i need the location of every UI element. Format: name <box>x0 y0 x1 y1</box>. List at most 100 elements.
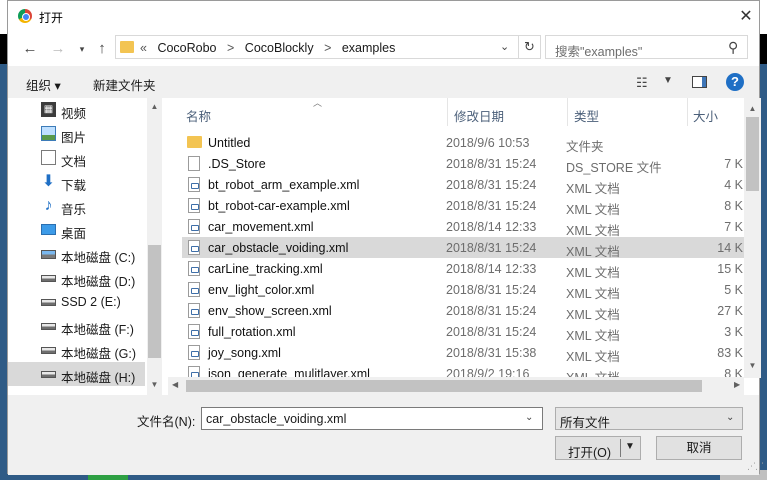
up-arrow-icon[interactable]: ↑ <box>93 40 111 57</box>
scrollbar-thumb[interactable] <box>186 380 702 392</box>
file-date: 2018/8/31 15:24 <box>446 178 537 192</box>
open-button-label: 打开(O) <box>568 446 612 460</box>
chevron-down-icon[interactable]: ⌄ <box>525 412 533 423</box>
filename-field[interactable]: car_obstacle_voiding.xml ⌄ <box>201 407 543 430</box>
file-name: carLine_tracking.xml <box>208 262 323 276</box>
xml-file-icon <box>188 261 200 276</box>
address-bar[interactable]: « CocoRobo > CocoBlockly > examples ⌄ ↻ <box>115 35 541 59</box>
scroll-left-icon[interactable]: ◀ <box>172 380 178 389</box>
file-list-horizontal-scrollbar[interactable]: ◀ ▶ <box>168 377 744 395</box>
search-box[interactable]: 搜索"examples" ⚲ <box>545 35 748 59</box>
file-row-car-obstacle-voiding[interactable]: car_obstacle_voiding.xml 2018/8/31 15:24… <box>182 237 744 259</box>
search-icon[interactable]: ⚲ <box>728 39 738 56</box>
sidebar-item-videos[interactable]: ▦ 视频 <box>8 98 145 122</box>
file-date: 2018/8/31 15:24 <box>446 325 537 339</box>
filename-value[interactable]: car_obstacle_voiding.xml <box>206 412 346 426</box>
file-row-full-rotation[interactable]: full_rotation.xml 2018/8/31 15:24 XML 文档… <box>182 321 744 343</box>
sidebar-item-drive-f[interactable]: 本地磁盘 (F:) <box>8 314 145 338</box>
file-list-vertical-scrollbar[interactable]: ▲ ▼ <box>744 98 761 378</box>
file-row-untitled[interactable]: Untitled 2018/9/6 10:53 文件夹 <box>182 132 744 154</box>
file-size: 14 K <box>717 241 743 255</box>
drive-icon <box>41 371 56 378</box>
column-header-type[interactable]: 类型 <box>568 98 688 126</box>
recent-locations-chevron-icon[interactable]: ▾ <box>73 44 91 55</box>
open-button[interactable]: 打开(O) ▼ <box>555 436 641 460</box>
sidebar-item-label: 视频 <box>61 107 87 121</box>
back-arrow-icon[interactable]: ← <box>21 40 39 57</box>
file-row-env-show-screen[interactable]: env_show_screen.xml 2018/8/31 15:24 XML … <box>182 300 744 322</box>
file-name: car_movement.xml <box>208 220 314 234</box>
content-area: ▦ 视频 图片 文档 ⬇ 下载 ♪ 音乐 桌面 本地磁盘 (C:) 本地磁盘 (… <box>8 98 761 395</box>
sidebar-item-drive-c[interactable]: 本地磁盘 (C:) <box>8 242 145 266</box>
sidebar-item-drive-g[interactable]: 本地磁盘 (G:) <box>8 338 145 362</box>
video-icon: ▦ <box>41 102 56 117</box>
organize-button[interactable]: 组织 ▾ <box>26 75 61 94</box>
breadcrumb-separator[interactable]: > <box>227 41 234 55</box>
preview-pane-icon[interactable] <box>692 76 707 88</box>
column-header-size[interactable]: 大小 <box>688 98 748 126</box>
sidebar-item-desktop[interactable]: 桌面 <box>8 218 145 242</box>
window-title: 打开 <box>39 11 64 25</box>
new-folder-button[interactable]: 新建文件夹 <box>93 75 156 94</box>
xml-file-icon <box>188 282 200 297</box>
scroll-up-icon[interactable]: ▲ <box>147 102 162 111</box>
scroll-down-icon[interactable]: ▼ <box>147 380 162 389</box>
command-bar: 组织 ▾ 新建文件夹 ☷ ▼ ? <box>8 66 759 98</box>
scroll-down-icon[interactable]: ▼ <box>744 361 761 370</box>
chevron-down-icon[interactable]: ▼ <box>625 441 635 452</box>
sidebar-item-label: 本地磁盘 (D:) <box>61 275 136 289</box>
column-header-name[interactable]: ︿ 名称 <box>168 98 448 126</box>
file-size: 3 K <box>724 325 743 339</box>
refresh-icon[interactable]: ↻ <box>518 36 540 58</box>
scroll-up-icon[interactable]: ▲ <box>744 104 761 113</box>
cancel-button[interactable]: 取消 <box>656 436 742 460</box>
breadcrumb-examples[interactable]: examples <box>342 41 396 55</box>
close-icon[interactable]: ✕ <box>736 6 756 26</box>
column-header-label: 名称 <box>186 110 212 124</box>
pictures-icon <box>41 126 56 141</box>
chevron-down-icon[interactable]: ▼ <box>663 75 673 86</box>
sidebar-scrollbar[interactable]: ▲ ▼ <box>147 98 162 395</box>
sidebar-item-drive-e[interactable]: SSD 2 (E:) <box>8 290 145 314</box>
chevron-down-icon[interactable]: ⌄ <box>500 40 509 53</box>
file-row-bt-robot-arm[interactable]: bt_robot_arm_example.xml 2018/8/31 15:24… <box>182 174 744 196</box>
breadcrumb-cocoblockly[interactable]: CocoBlockly <box>245 41 314 55</box>
file-icon <box>188 156 200 171</box>
help-icon[interactable]: ? <box>726 73 744 91</box>
file-size: 27 K <box>717 304 743 318</box>
sidebar-item-documents[interactable]: 文档 <box>8 146 145 170</box>
sidebar-item-music[interactable]: ♪ 音乐 <box>8 194 145 218</box>
breadcrumb-separator[interactable]: > <box>324 41 331 55</box>
column-header-date[interactable]: 修改日期 <box>448 98 568 126</box>
breadcrumb-cocorobo[interactable]: CocoRobo <box>157 41 216 55</box>
file-row-car-movement[interactable]: car_movement.xml 2018/8/14 12:33 XML 文档 … <box>182 216 744 238</box>
sidebar-item-drive-d[interactable]: 本地磁盘 (D:) <box>8 266 145 290</box>
file-row-joy-song[interactable]: joy_song.xml 2018/8/31 15:38 XML 文档 83 K <box>182 342 744 364</box>
scrollbar-thumb[interactable] <box>148 245 161 358</box>
sidebar-item-label: 图片 <box>61 131 87 145</box>
sidebar-item-downloads[interactable]: ⬇ 下载 <box>8 170 145 194</box>
file-row-carline-tracking[interactable]: carLine_tracking.xml 2018/8/14 12:33 XML… <box>182 258 744 280</box>
sidebar-item-drive-h[interactable]: 本地磁盘 (H:) <box>8 362 145 386</box>
chevron-down-icon[interactable]: ⌄ <box>726 412 734 423</box>
view-options-icon[interactable]: ☷ <box>636 75 648 91</box>
drive-icon <box>41 323 56 330</box>
sidebar-item-label: 桌面 <box>61 227 87 241</box>
breadcrumb-overflow[interactable]: « <box>140 41 147 55</box>
file-row-env-light-color[interactable]: env_light_color.xml 2018/8/31 15:24 XML … <box>182 279 744 301</box>
sidebar-item-label: 文档 <box>61 155 87 169</box>
sidebar-item-label: 下载 <box>61 179 87 193</box>
file-type-filter[interactable]: 所有文件 ⌄ <box>555 407 743 430</box>
file-row-ds-store[interactable]: .DS_Store 2018/8/31 15:24 DS_STORE 文件 7 … <box>182 153 744 175</box>
file-row-bt-robot-car[interactable]: bt_robot-car-example.xml 2018/8/31 15:24… <box>182 195 744 217</box>
sidebar-item-label: 音乐 <box>61 203 87 217</box>
resize-grip-icon[interactable]: ⋰⋰ <box>747 461 764 472</box>
forward-arrow-icon[interactable]: → <box>49 40 67 57</box>
xml-file-icon <box>188 177 200 192</box>
search-input[interactable]: 搜索"examples" <box>555 41 642 60</box>
scrollbar-thumb[interactable] <box>746 117 759 191</box>
file-row-json-generate-mulitlayer[interactable]: json_generate_mulitlayer.xml 2018/9/2 19… <box>182 363 744 377</box>
scroll-right-icon[interactable]: ▶ <box>734 380 740 389</box>
sidebar-item-pictures[interactable]: 图片 <box>8 122 145 146</box>
column-header-label: 类型 <box>574 110 600 124</box>
